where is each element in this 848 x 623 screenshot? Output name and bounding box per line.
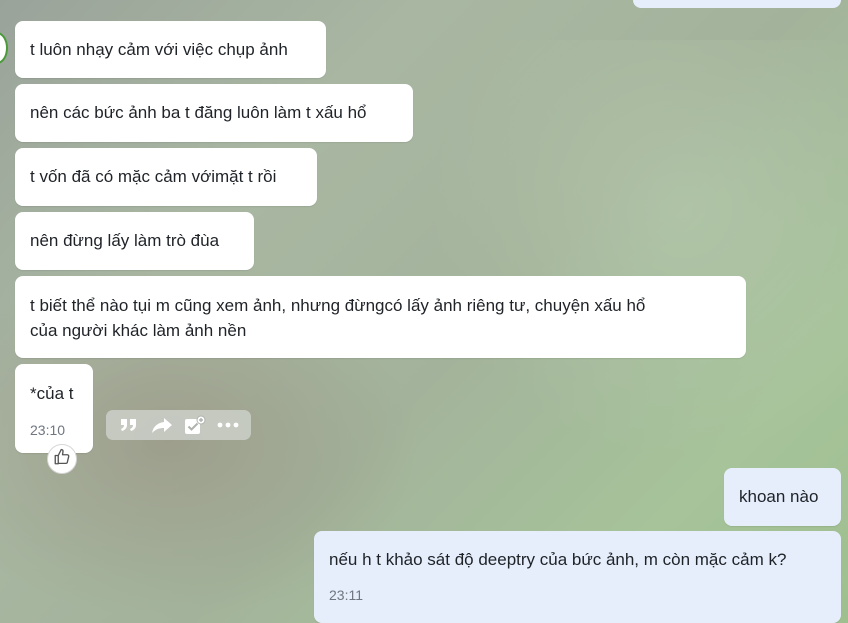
message-bubble-incoming[interactable]: nên các bức ảnh ba t đăng luôn làm t xấu… [15, 84, 413, 142]
more-button[interactable] [214, 412, 242, 438]
message-text: khoan nào [739, 487, 819, 506]
more-icon [217, 422, 239, 428]
message-bubble-incoming[interactable]: t vốn đã có mặc cảm vớimặt t rồi [15, 148, 317, 206]
add-task-button[interactable] [181, 412, 209, 438]
message-timestamp: 23:10 [30, 422, 66, 438]
message-bubble-incoming[interactable]: nên đừng lấy làm trò đùa [15, 212, 254, 270]
message-bubble-incoming[interactable]: t luôn nhạy cảm với việc chụp ảnh [15, 21, 326, 78]
message-text: t vốn đã có mặc cảm vớimặt t rồi [30, 167, 277, 186]
message-action-toolbar [106, 410, 251, 440]
message-bubble-outgoing[interactable]: khoan nào [724, 468, 841, 526]
message-text-line2: của người khác làm ảnh nền [30, 321, 247, 340]
message-timestamp: 23:11 [329, 587, 363, 603]
quote-icon [119, 416, 139, 434]
message-bubble-incoming[interactable]: *của t 23:10 [15, 364, 93, 453]
message-text: nên đừng lấy làm trò đùa [30, 231, 220, 250]
message-text: nếu h t khảo sát độ deeptry của bức ảnh,… [329, 550, 787, 569]
message-text: *của t [30, 384, 74, 403]
message-text: nên các bức ảnh ba t đăng luôn làm t xấu… [30, 103, 367, 122]
thumbs-up-icon [53, 448, 71, 471]
background [430, 40, 848, 460]
message-bubble-outgoing[interactable]: nếu h t khảo sát độ deeptry của bức ảnh,… [314, 531, 841, 623]
reaction-button[interactable] [47, 444, 77, 474]
forward-icon [151, 416, 173, 434]
add-task-icon [184, 415, 206, 435]
message-text: t luôn nhạy cảm với việc chụp ảnh [30, 40, 288, 59]
forward-button[interactable] [148, 412, 176, 438]
previous-message-bubble [633, 0, 841, 8]
message-text: t biết thể nào tụi m cũng xem ảnh, nhưng… [30, 296, 646, 315]
quote-button[interactable] [115, 412, 143, 438]
avatar[interactable] [0, 32, 8, 64]
message-bubble-incoming[interactable]: t biết thể nào tụi m cũng xem ảnh, nhưng… [15, 276, 746, 358]
